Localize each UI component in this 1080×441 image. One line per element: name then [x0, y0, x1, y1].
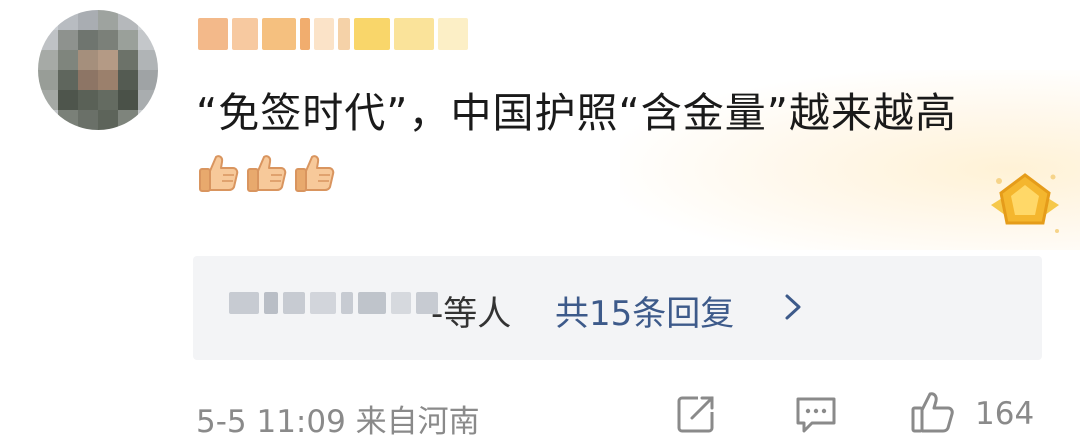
avatar-pixel [98, 110, 118, 130]
avatar-pixel [58, 110, 78, 130]
avatar-pixel [38, 70, 58, 90]
comment-icon[interactable] [794, 394, 838, 434]
avatar-pixel [78, 110, 98, 130]
avatar-pixel [118, 30, 138, 50]
gold-medal-icon[interactable] [985, 165, 1065, 245]
share-icon[interactable] [676, 394, 716, 434]
reply-usernames-censored [229, 292, 438, 314]
avatar-pixel [98, 10, 118, 30]
avatar-pixel [38, 50, 58, 70]
avatar-pixel [58, 10, 78, 30]
avatar-pixel [118, 110, 138, 130]
avatar-pixel [98, 90, 118, 110]
avatar-pixel [58, 90, 78, 110]
avatar-pixel [58, 30, 78, 50]
avatar-pixel [58, 70, 78, 90]
avatar-pixel [138, 70, 158, 90]
like-count: 164 [975, 396, 1035, 432]
avatar-pixel [138, 50, 158, 70]
avatar-pixel [138, 110, 158, 130]
avatar[interactable] [38, 10, 158, 130]
avatar-pixel [138, 30, 158, 50]
avatar-pixel [98, 50, 118, 70]
comment-body: “免签时代”，中国护照“含金量”越来越高 [196, 82, 1016, 206]
avatar-pixel [78, 50, 98, 70]
avatar-pixel [138, 10, 158, 30]
avatar-pixel [58, 50, 78, 70]
avatar-pixel [38, 90, 58, 110]
avatar-pixel [118, 70, 138, 90]
thumbs-up-emoji-group [196, 151, 336, 195]
avatar-pixel [38, 110, 58, 130]
avatar-pixel [78, 90, 98, 110]
reply-count-link[interactable]: 共15条回复 [555, 286, 734, 335]
avatar-pixel [78, 30, 98, 50]
thumbs-up-icon [199, 155, 239, 192]
avatar-pixel [98, 70, 118, 90]
thumbs-up-icon [247, 155, 287, 192]
avatar-pixel [38, 30, 58, 50]
thumbs-up-icon [295, 155, 335, 192]
avatar-pixel [118, 10, 138, 30]
reply-summary[interactable]: -等人 共15条回复 [193, 256, 1042, 360]
comment-meta: 5-5 11:09 来自河南 [196, 404, 480, 440]
avatar-pixel [78, 10, 98, 30]
avatar-pixel [98, 30, 118, 50]
chevron-right-icon [785, 294, 801, 320]
username-censored[interactable] [198, 14, 498, 54]
comment-text: “免签时代”，中国护照“含金量”越来越高 [196, 89, 957, 137]
avatar-pixel [118, 90, 138, 110]
avatar-pixel [78, 70, 98, 90]
avatar-pixel [138, 90, 158, 110]
like-icon[interactable] [910, 390, 956, 434]
avatar-pixel [38, 10, 58, 30]
reply-suffix: -等人 [431, 294, 512, 334]
avatar-pixel [118, 50, 138, 70]
